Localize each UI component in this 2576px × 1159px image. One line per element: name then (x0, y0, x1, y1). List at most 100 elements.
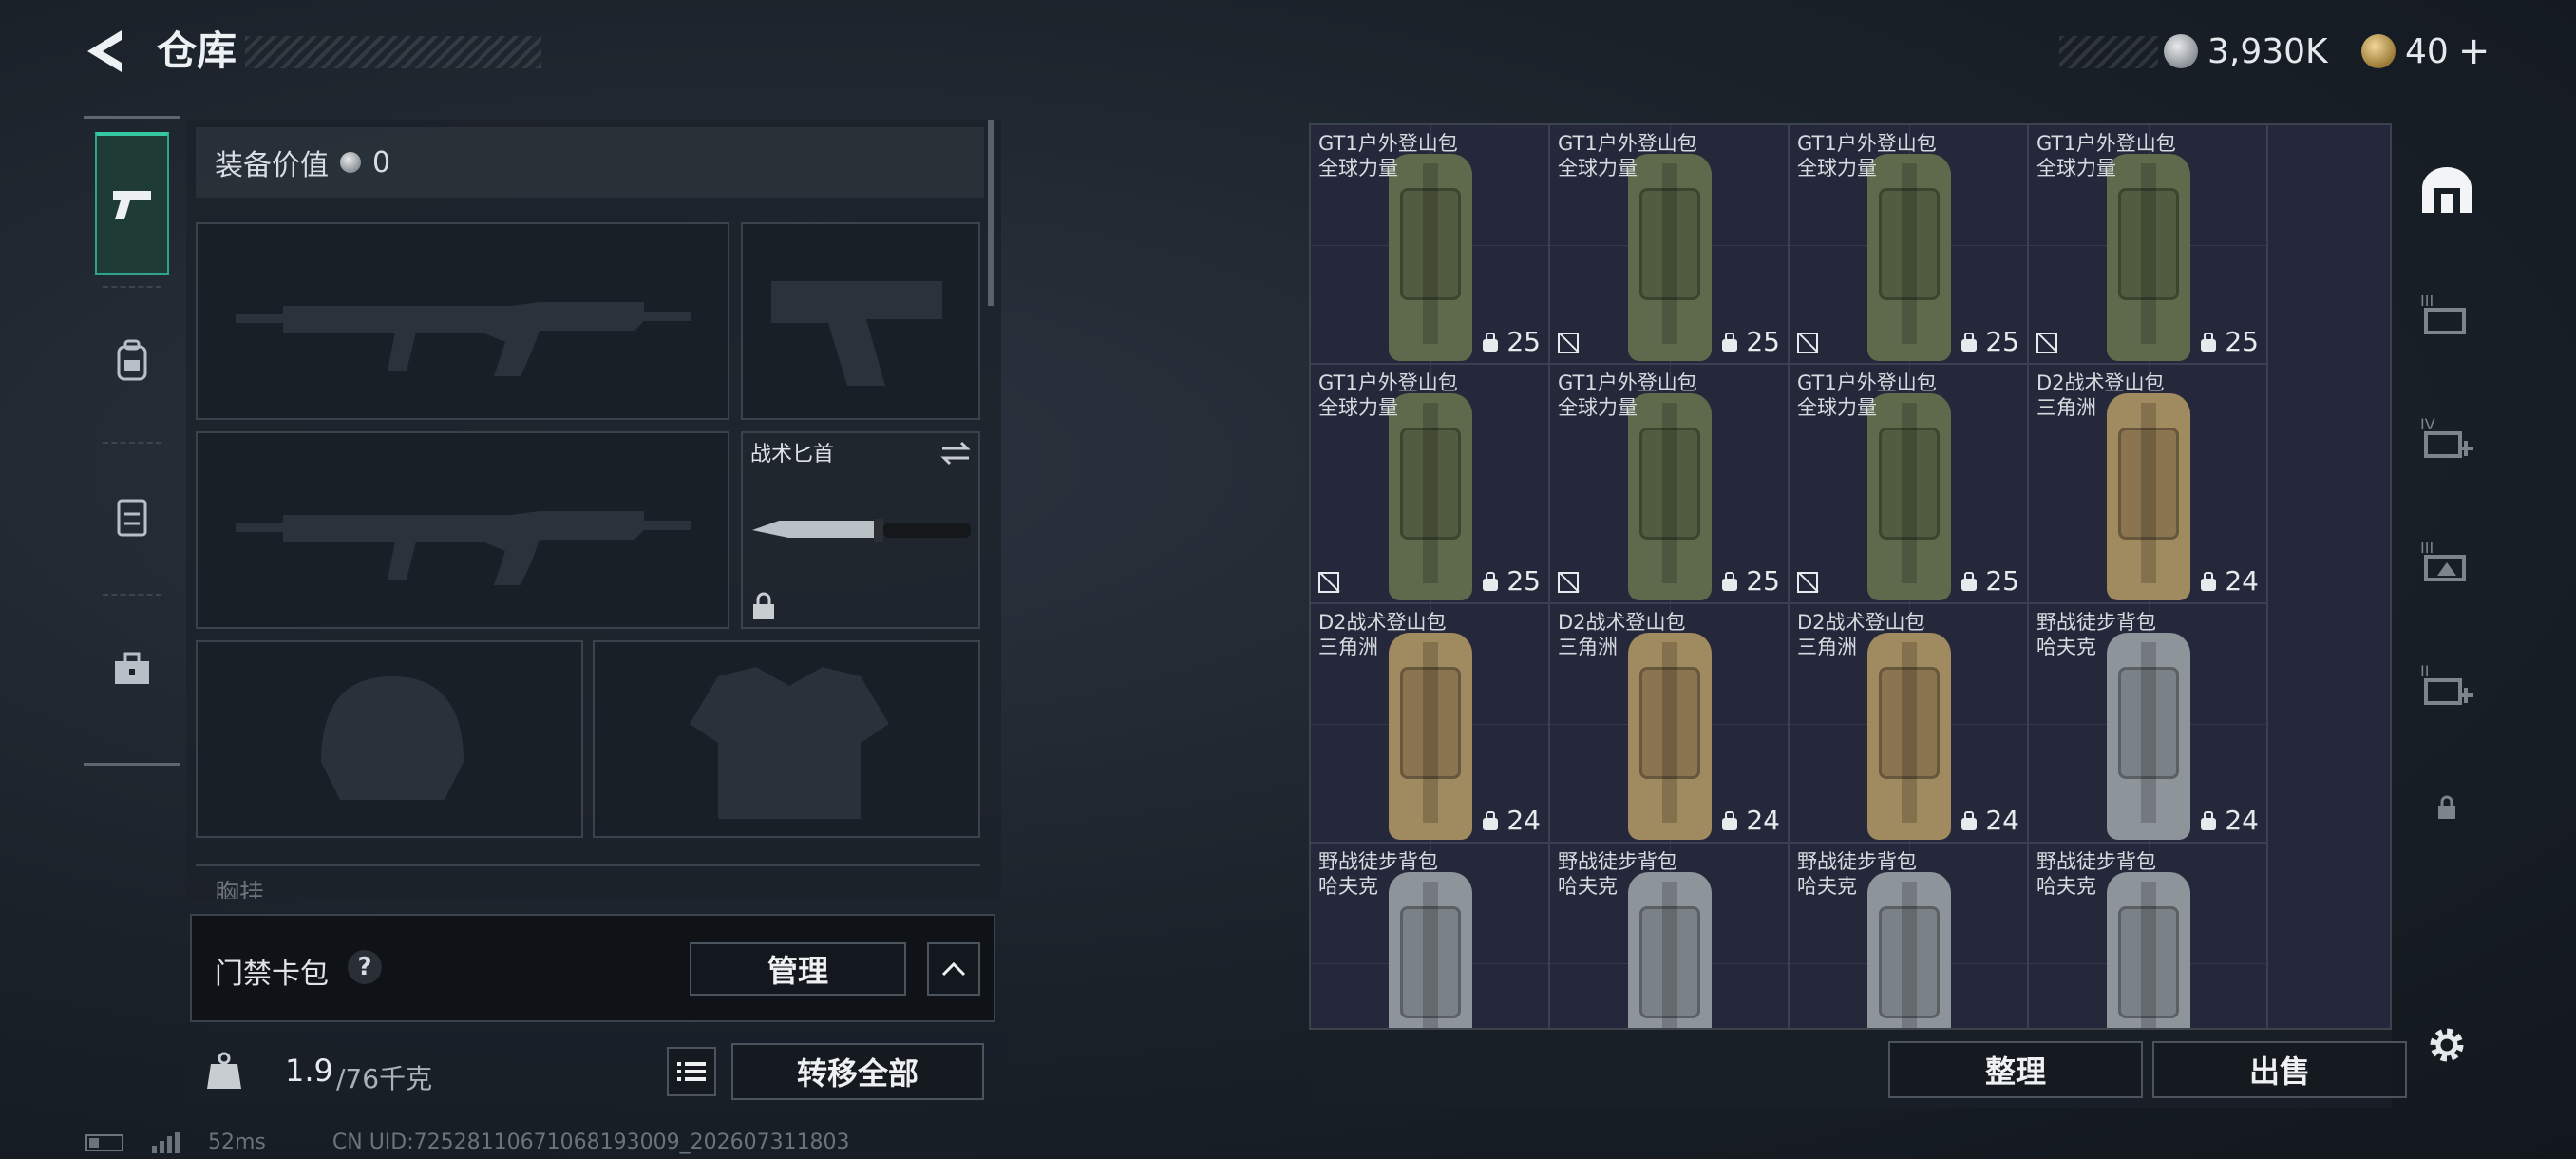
armor-slot[interactable] (593, 640, 980, 838)
storage-item[interactable]: GT1户外登山包 全球力量 25 (1550, 125, 1790, 365)
backpack-image (1867, 393, 1951, 600)
swap-icon[interactable] (938, 439, 973, 467)
storage-item[interactable]: GT1户外登山包 全球力量 25 (1311, 365, 1550, 604)
collapse-button[interactable] (927, 942, 980, 996)
backpack-image (1628, 154, 1712, 361)
storage-item[interactable]: 野战徒步背包 哈夫克 (1550, 844, 1790, 1028)
equipment-category-nav (84, 116, 180, 766)
chest-rig-slot[interactable]: 胸挂 (196, 864, 980, 899)
tab-expand-3b[interactable]: III (2415, 528, 2479, 593)
tab-storage[interactable] (2415, 158, 2479, 222)
item-capacity: 25 (1506, 326, 1541, 357)
capacity-icon (1961, 332, 1978, 352)
equipment-scrollbar[interactable] (988, 120, 994, 306)
item-brand: 全球力量 (1797, 157, 1877, 180)
silver-currency: 3,930K (2164, 25, 2328, 78)
uninsurable-icon (1318, 572, 1339, 593)
tab-expand-3[interactable]: III (2415, 281, 2479, 346)
help-icon[interactable]: ? (348, 950, 382, 984)
backpack-image (2107, 633, 2190, 840)
weight-current: 1.9 (285, 1053, 333, 1089)
uninsurable-icon (1558, 572, 1579, 593)
storage-item[interactable]: GT1户外登山包 全球力量 25 (1790, 365, 2029, 604)
sort-button[interactable]: 整理 (1888, 1041, 2143, 1098)
storage-item[interactable]: D2战术登山包 三角洲 24 (1550, 604, 1790, 844)
settings-button[interactable] (2415, 1013, 2479, 1077)
uninsurable-icon (1558, 332, 1579, 353)
item-brand: 三角洲 (1558, 636, 1618, 658)
storage-item[interactable]: GT1户外登山包 全球力量 25 (2029, 125, 2268, 365)
item-name: 野战徒步背包 (2036, 611, 2156, 634)
item-brand: 全球力量 (1797, 396, 1877, 419)
primary-weapon-slot[interactable] (196, 222, 729, 420)
list-view-button[interactable] (667, 1047, 716, 1096)
add-gold-button[interactable]: + (2458, 29, 2491, 73)
nav-toolbox[interactable] (95, 598, 169, 740)
chest-rig-label: 胸挂 (215, 880, 265, 899)
item-brand: 哈夫克 (1318, 875, 1378, 898)
knife-icon (752, 519, 971, 542)
storage-item[interactable]: 野战徒步背包 哈夫克 (1311, 844, 1550, 1028)
transfer-all-button[interactable]: 转移全部 (731, 1043, 984, 1100)
capacity-icon (1722, 810, 1738, 830)
storage-item[interactable]: GT1户外登山包 全球力量 25 (1311, 125, 1550, 365)
storage-item[interactable]: GT1户外登山包 全球力量 25 (1550, 365, 1790, 604)
storage-item[interactable]: D2战术登山包 三角洲 24 (2029, 365, 2268, 604)
secondary-rifle-slot[interactable] (196, 431, 729, 629)
item-name: 野战徒步背包 (1797, 850, 1917, 873)
item-brand: 哈夫克 (2036, 636, 2096, 658)
capacity-icon (1483, 810, 1499, 830)
ping: 52ms (208, 1130, 266, 1154)
svg-text:III: III (2420, 292, 2434, 310)
tab-locked[interactable] (2415, 775, 2479, 840)
lock-icon (753, 592, 774, 619)
item-capacity: 24 (2225, 805, 2259, 836)
item-capacity: 25 (1506, 565, 1541, 597)
back-arrow-icon (87, 30, 122, 72)
storage-item[interactable]: GT1户外登山包 全球力量 25 (1790, 125, 2029, 365)
gold-currency[interactable]: 40 + (2361, 25, 2490, 78)
helmet-slot[interactable] (196, 640, 583, 838)
nav-weapons[interactable] (95, 132, 169, 275)
tab-expand-4[interactable]: IV (2415, 405, 2479, 469)
weight-icon (207, 1052, 241, 1089)
pistol-silhouette-icon (771, 281, 942, 386)
manage-button[interactable]: 管理 (690, 942, 906, 996)
svg-text:III: III (2420, 539, 2434, 557)
back-button[interactable] (80, 23, 133, 80)
armor-silhouette-icon (690, 667, 889, 819)
item-brand: 哈夫克 (2036, 875, 2096, 898)
rifle-silhouette-icon (236, 302, 691, 376)
item-brand: 全球力量 (2036, 157, 2116, 180)
lock-icon (2438, 795, 2455, 819)
item-capacity: 25 (1746, 326, 1780, 357)
nav-vest[interactable] (95, 446, 169, 588)
empty-storage-column[interactable] (2264, 125, 2390, 1028)
storage-item[interactable]: D2战术登山包 三角洲 24 (1311, 604, 1550, 844)
title-decoration (245, 36, 541, 68)
item-capacity: 24 (1985, 805, 2019, 836)
item-brand: 三角洲 (1318, 636, 1378, 658)
capacity-icon (1722, 332, 1738, 352)
item-brand: 全球力量 (1558, 157, 1638, 180)
item-brand: 三角洲 (2036, 396, 2096, 419)
currency-decoration (2059, 36, 2158, 68)
storage-item[interactable]: 野战徒步背包 哈夫克 24 (2029, 604, 2268, 844)
item-brand: 哈夫克 (1797, 875, 1857, 898)
item-capacity: 24 (1746, 805, 1780, 836)
sell-button[interactable]: 出售 (2152, 1041, 2407, 1098)
item-capacity: 24 (2225, 565, 2259, 597)
storage-item[interactable]: D2战术登山包 三角洲 24 (1790, 604, 2029, 844)
item-name: GT1户外登山包 (1558, 132, 1697, 155)
backpack-image (2107, 154, 2190, 361)
gold-coin-icon (2361, 34, 2396, 68)
item-name: 野战徒步背包 (1318, 850, 1438, 873)
melee-slot[interactable]: 战术匕首 (741, 431, 980, 629)
storage-item[interactable]: 野战徒步背包 哈夫克 (2029, 844, 2268, 1028)
nav-backpack[interactable] (95, 290, 169, 432)
tab-expand-2[interactable]: II (2415, 652, 2479, 716)
storage-item[interactable]: 野战徒步背包 哈夫克 (1790, 844, 2029, 1028)
backpack-image (1867, 154, 1951, 361)
chevron-up-icon (941, 961, 966, 977)
secondary-weapon-slot[interactable] (741, 222, 980, 420)
